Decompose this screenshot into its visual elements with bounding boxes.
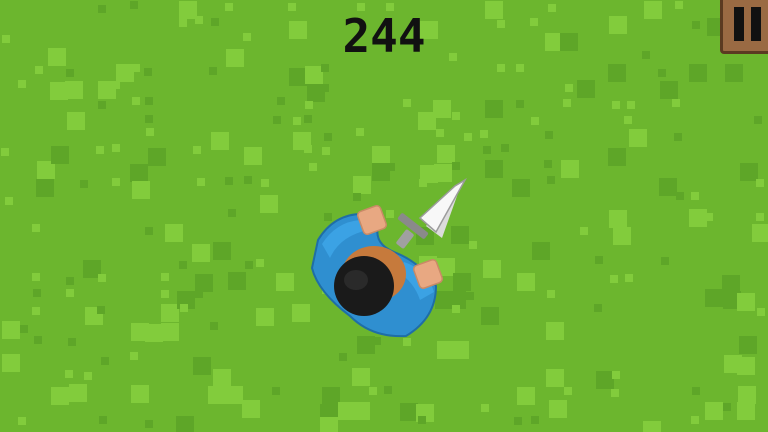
sword-hilt — [396, 229, 414, 249]
game-stage[interactable]: 244 — [0, 0, 768, 432]
sword — [396, 177, 468, 249]
player-hair-shine — [344, 270, 368, 290]
player-character — [310, 177, 468, 338]
